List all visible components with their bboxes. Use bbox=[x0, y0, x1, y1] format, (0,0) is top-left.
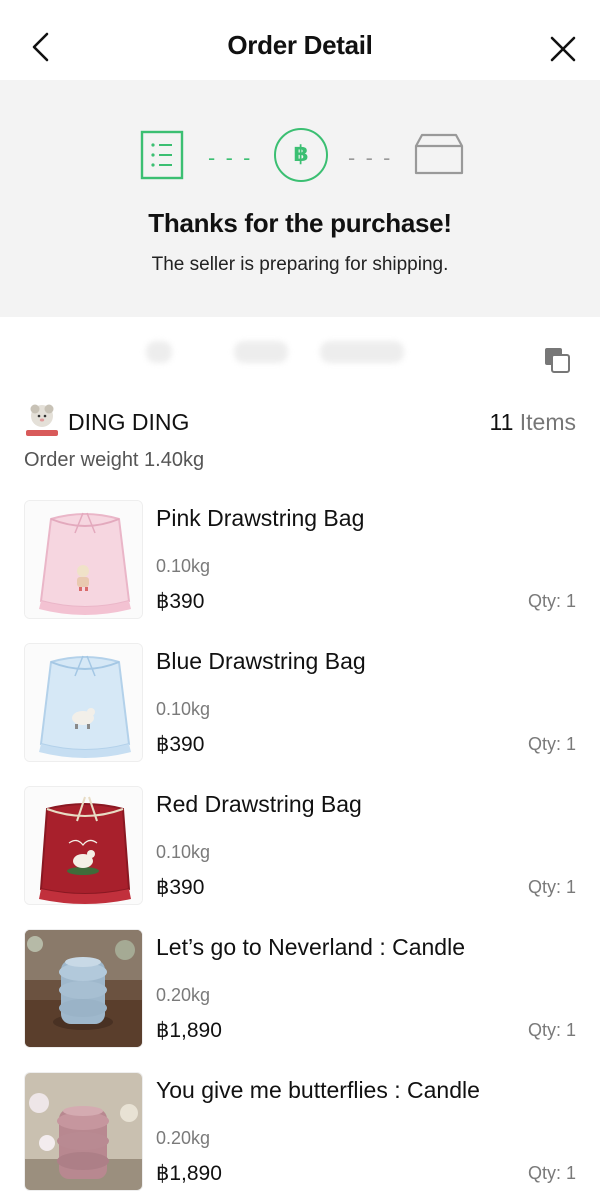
order-list-icon bbox=[140, 130, 184, 180]
shipping-status-text: The seller is preparing for shipping. bbox=[151, 254, 449, 275]
redacted-text bbox=[234, 341, 288, 363]
product-name: Pink Drawstring Bag bbox=[156, 505, 365, 531]
product-quantity: Qty: 1 bbox=[527, 1163, 576, 1183]
product-item[interactable]: You give me butterflies : Candle 0.20kg … bbox=[24, 1072, 576, 1192]
order-status-panel: - - - ฿ - - - Thanks for the purchase! T… bbox=[0, 80, 600, 317]
product-thumbnail bbox=[24, 786, 143, 905]
product-price: ฿1,890 bbox=[156, 1162, 222, 1185]
product-weight: 0.10kg bbox=[156, 842, 211, 862]
blue-wavy-candle-image bbox=[25, 930, 142, 1047]
product-weight: 0.20kg bbox=[156, 1128, 211, 1148]
redacted-text bbox=[146, 341, 172, 363]
payment-icon: ฿ bbox=[274, 128, 328, 182]
close-icon[interactable] bbox=[548, 34, 578, 64]
thanks-title: Thanks for the purchase! bbox=[148, 208, 452, 238]
product-thumbnail bbox=[24, 500, 143, 619]
page-title: Order Detail bbox=[227, 30, 373, 60]
product-name: Red Drawstring Bag bbox=[156, 791, 362, 817]
product-item[interactable]: Blue Drawstring Bag 0.10kg ฿390 Qty: 1 bbox=[24, 643, 576, 763]
product-price: ฿1,890 bbox=[156, 1019, 222, 1042]
blue-drawstring-bag-image bbox=[25, 644, 142, 761]
copy-icon[interactable] bbox=[542, 345, 572, 375]
order-number-row bbox=[0, 317, 600, 387]
product-thumbnail bbox=[24, 1072, 143, 1191]
item-count-label: Items bbox=[513, 409, 576, 435]
product-price: ฿390 bbox=[156, 590, 205, 613]
product-weight: 0.20kg bbox=[156, 985, 211, 1005]
product-item[interactable]: Let’s go to Neverland : Candle 0.20kg ฿1… bbox=[24, 929, 576, 1049]
item-count: 11 Items bbox=[489, 409, 576, 436]
package-box-icon bbox=[414, 133, 464, 175]
product-name: Let’s go to Neverland : Candle bbox=[156, 934, 465, 960]
product-item[interactable]: Red Drawstring Bag 0.10kg ฿390 Qty: 1 bbox=[24, 786, 576, 906]
product-price: ฿390 bbox=[156, 876, 205, 899]
product-quantity: Qty: 1 bbox=[527, 1020, 576, 1040]
product-price: ฿390 bbox=[156, 733, 205, 756]
order-weight: Order weight 1.40kg bbox=[24, 449, 205, 471]
product-name: Blue Drawstring Bag bbox=[156, 648, 366, 674]
pink-drawstring-bag-image bbox=[25, 501, 142, 618]
product-weight: 0.10kg bbox=[156, 556, 211, 576]
order-progress-steps: - - - ฿ - - - bbox=[0, 124, 600, 182]
product-item[interactable]: Pink Drawstring Bag 0.10kg ฿390 Qty: 1 bbox=[24, 500, 576, 620]
product-quantity: Qty: 1 bbox=[527, 591, 576, 611]
product-name: You give me butterflies : Candle bbox=[156, 1077, 480, 1103]
shop-name: DING DING bbox=[68, 409, 190, 435]
redacted-text bbox=[320, 341, 404, 363]
product-quantity: Qty: 1 bbox=[527, 734, 576, 754]
baht-symbol: ฿ bbox=[293, 142, 309, 167]
progress-connector: - - - bbox=[348, 146, 393, 170]
product-quantity: Qty: 1 bbox=[527, 877, 576, 897]
item-count-number: 11 bbox=[489, 409, 514, 435]
product-weight: 0.10kg bbox=[156, 699, 211, 719]
progress-connector: - - - bbox=[208, 146, 253, 170]
product-thumbnail bbox=[24, 929, 143, 1048]
product-thumbnail bbox=[24, 643, 143, 762]
red-drawstring-bag-image bbox=[25, 787, 142, 904]
header-bar: Order Detail bbox=[0, 0, 600, 80]
shop-row[interactable]: DING DING 11 Items bbox=[24, 402, 576, 442]
shop-logo bbox=[26, 404, 58, 436]
pink-wavy-candle-image bbox=[25, 1073, 142, 1190]
